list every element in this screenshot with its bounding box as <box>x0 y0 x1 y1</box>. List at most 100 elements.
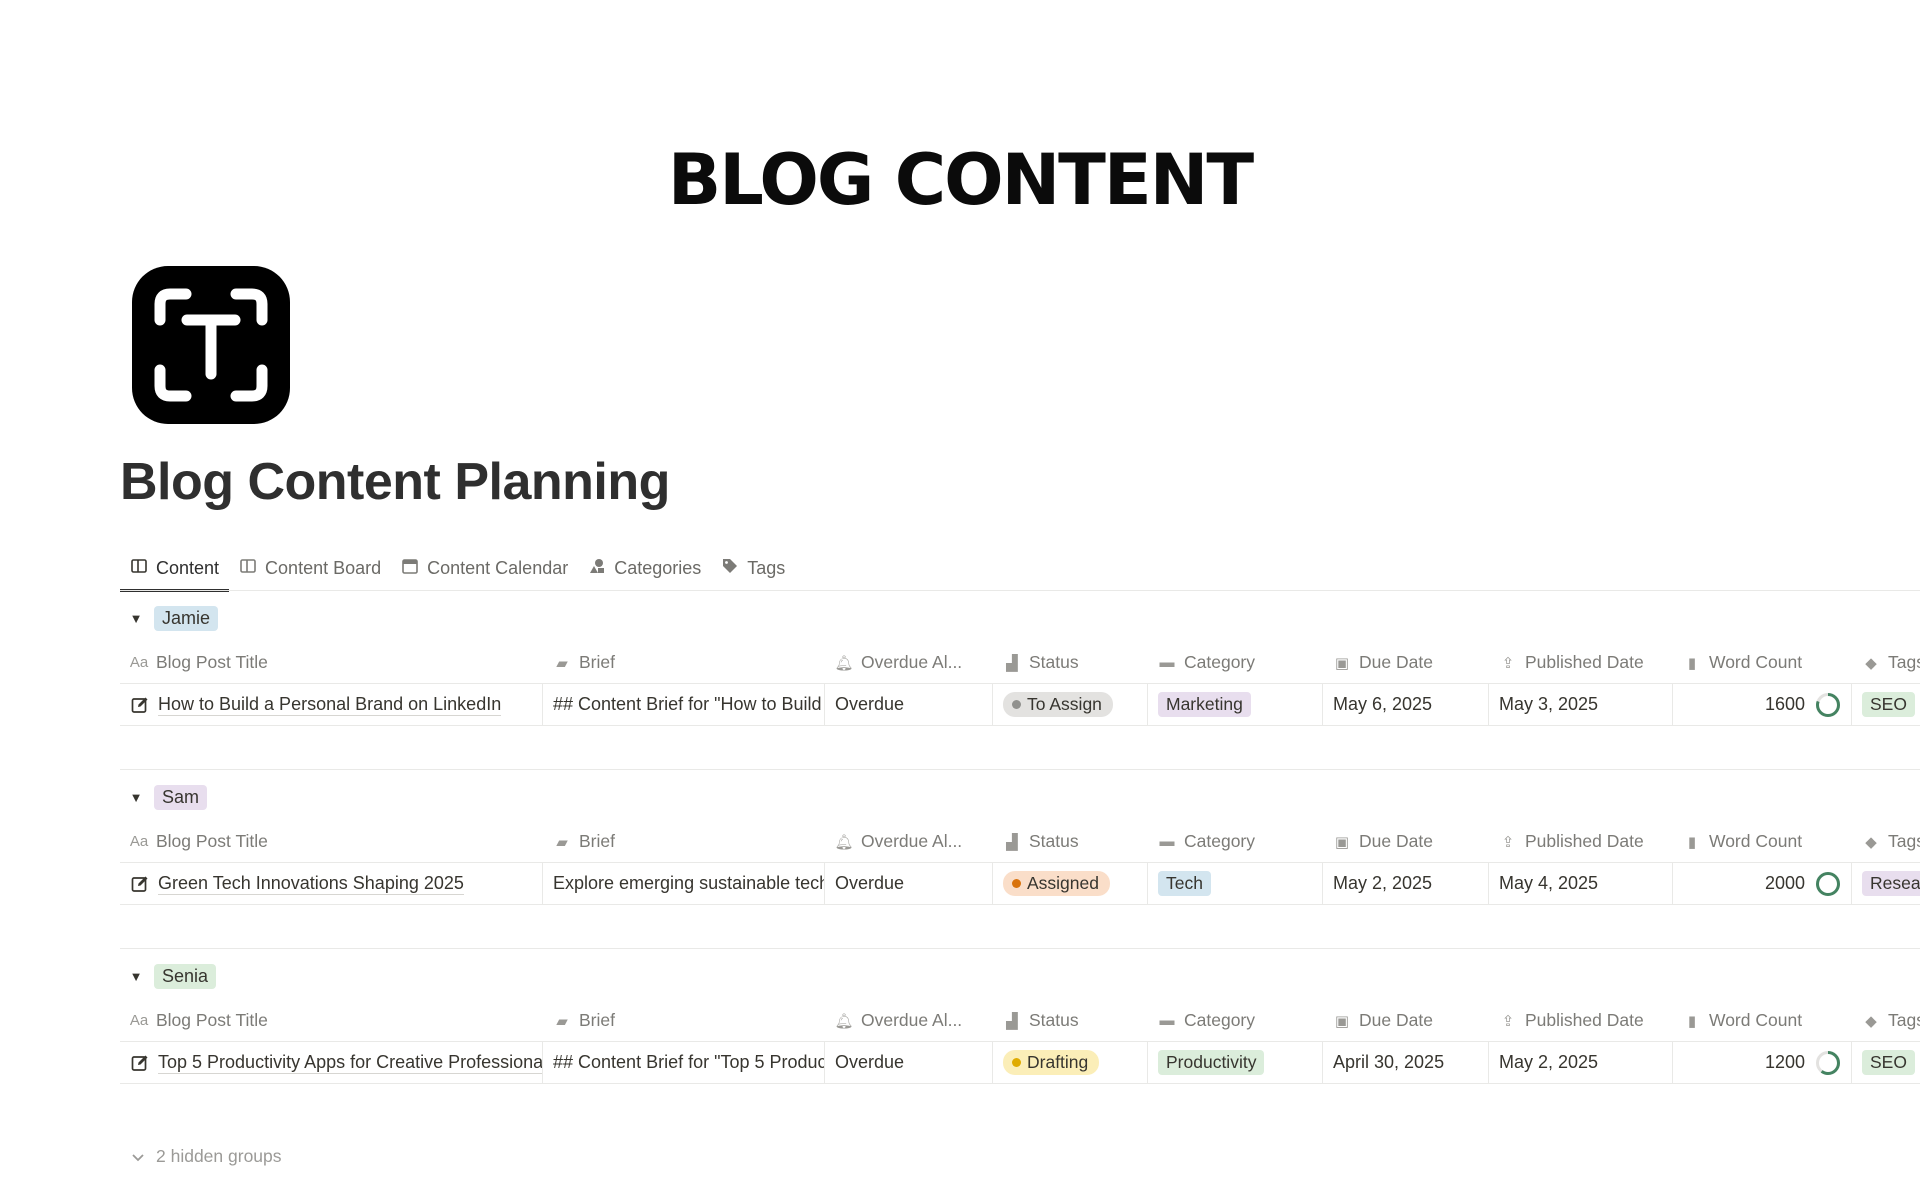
group-label: Jamie <box>154 605 219 631</box>
column-brief[interactable]: ▰ Brief <box>543 642 825 684</box>
column-published-date[interactable]: ⇪ Published Date <box>1489 1000 1673 1042</box>
status-icon: ▟ <box>1006 833 1018 851</box>
column-status[interactable]: ▟ Status <box>993 821 1148 863</box>
column-tags[interactable]: ◆Tags <box>1852 642 1920 684</box>
tab-categories[interactable]: Categories <box>578 546 711 590</box>
tags-cell[interactable]: Research <box>1852 863 1920 905</box>
tab-content-board[interactable]: Content Board <box>229 546 391 590</box>
category-cell[interactable]: Marketing <box>1148 683 1323 726</box>
text-type-icon: Aa <box>129 1012 149 1029</box>
brief-cell[interactable]: Explore emerging sustainable technologie… <box>543 862 825 905</box>
tabs-divider <box>120 590 1920 591</box>
shapes-icon <box>588 557 606 580</box>
table-row[interactable]: Top 5 Productivity Apps for Creative Pro… <box>120 1041 1920 1084</box>
published-date-cell[interactable]: May 3, 2025 <box>1489 683 1673 726</box>
status-cell[interactable]: To Assign <box>993 683 1148 726</box>
column-brief[interactable]: ▰ Brief <box>543 821 825 863</box>
column-tags[interactable]: ◆Tags <box>1852 821 1920 863</box>
hidden-groups-toggle[interactable]: 2 hidden groups <box>130 1146 282 1167</box>
column-brief[interactable]: ▰ Brief <box>543 1000 825 1042</box>
post-title: Top 5 Productivity Apps for Creative Pro… <box>158 1051 542 1074</box>
hidden-groups-label: 2 hidden groups <box>156 1146 282 1166</box>
column-word-count[interactable]: ▮ Word Count <box>1673 1000 1852 1042</box>
category-cell[interactable]: Tech <box>1148 862 1323 905</box>
column-published-date[interactable]: ⇪ Published Date <box>1489 642 1673 684</box>
column-overdue[interactable]: 🔔︎ Overdue Al... <box>825 821 993 863</box>
table-row[interactable]: Green Tech Innovations Shaping 2025 Expl… <box>120 862 1920 905</box>
status-dot <box>1012 879 1021 888</box>
word-count-cell[interactable]: 2000 <box>1673 862 1852 905</box>
brief-cell[interactable]: ## Content Brief for "How to Build a Per… <box>543 683 825 726</box>
tag-badge: SEO <box>1862 1050 1915 1075</box>
column-status[interactable]: ▟ Status <box>993 642 1148 684</box>
tab-tags[interactable]: Tags <box>711 546 795 590</box>
column-title[interactable]: Aa Blog Post Title <box>120 1000 543 1042</box>
status-badge: Assigned <box>1003 871 1110 896</box>
group-label: Senia <box>154 963 217 989</box>
brief-cell[interactable]: ## Content Brief for "Top 5 Productivity… <box>543 1041 825 1084</box>
collapse-toggle-icon[interactable]: ▼ <box>126 608 146 628</box>
column-overdue[interactable]: 🔔︎ Overdue Al... <box>825 1000 993 1042</box>
column-word-count[interactable]: ▮ Word Count <box>1673 642 1852 684</box>
published-date-cell[interactable]: May 2, 2025 <box>1489 1041 1673 1084</box>
tab-content-calendar[interactable]: Content Calendar <box>391 546 578 590</box>
column-due-date[interactable]: ▣ Due Date <box>1323 821 1489 863</box>
title-cell[interactable]: Top 5 Productivity Apps for Creative Pro… <box>120 1041 543 1084</box>
progress-ring-icon <box>1816 692 1840 717</box>
title-cell[interactable]: How to Build a Personal Brand on LinkedI… <box>120 683 543 726</box>
title-cell[interactable]: Green Tech Innovations Shaping 2025 <box>120 862 543 905</box>
word-count-cell[interactable]: 1200 <box>1673 1041 1852 1084</box>
table-icon <box>130 557 148 580</box>
group-divider <box>120 948 1920 949</box>
status-badge: Drafting <box>1003 1050 1100 1075</box>
tags-cell[interactable]: SEO <box>1852 1042 1920 1084</box>
published-date-cell[interactable]: May 4, 2025 <box>1489 862 1673 905</box>
tab-label: Content <box>156 557 220 578</box>
status-cell[interactable]: Drafting <box>993 1041 1148 1084</box>
category-badge: Marketing <box>1158 692 1251 717</box>
tags-cell[interactable]: SEO <box>1852 684 1920 726</box>
progress-ring-icon <box>1816 871 1840 896</box>
column-due-date[interactable]: ▣ Due Date <box>1323 1000 1489 1042</box>
text-type-icon: Aa <box>129 654 149 671</box>
collapse-toggle-icon[interactable]: ▼ <box>126 787 146 807</box>
page-icon[interactable] <box>132 266 290 424</box>
table-row[interactable]: How to Build a Personal Brand on LinkedI… <box>120 683 1920 726</box>
status-icon: ▟ <box>1006 654 1018 672</box>
column-title[interactable]: Aa Blog Post Title <box>120 642 543 684</box>
column-category[interactable]: ▬ Category <box>1148 821 1323 863</box>
edit-page-icon <box>131 697 148 713</box>
column-title[interactable]: Aa Blog Post Title <box>120 821 543 863</box>
group-senia: ▼ Senia Aa Blog Post Title ▰ Brief 🔔︎ Overd… <box>120 958 1920 1084</box>
collapse-toggle-icon[interactable]: ▼ <box>126 966 146 986</box>
calendar-icon: ▣ <box>1334 833 1350 851</box>
column-tags[interactable]: ◆Tags <box>1852 1000 1920 1042</box>
status-dot <box>1012 1058 1021 1067</box>
status-cell[interactable]: Assigned <box>993 862 1148 905</box>
tag-badge: SEO <box>1862 692 1915 717</box>
folder-icon: ▬ <box>1159 833 1175 850</box>
group-label: Sam <box>154 784 208 810</box>
ruler-icon: ▮ <box>1687 654 1697 672</box>
group-jamie: ▼ Jamie Aa Blog Post Title ▰ Brief 🔔︎ Overd… <box>120 600 1920 726</box>
tab-label: Content Board <box>265 557 382 578</box>
column-category[interactable]: ▬ Category <box>1148 1000 1323 1042</box>
column-word-count[interactable]: ▮ Word Count <box>1673 821 1852 863</box>
column-category[interactable]: ▬ Category <box>1148 642 1323 684</box>
column-overdue[interactable]: 🔔︎ Overdue Al... <box>825 642 993 684</box>
tab-label: Categories <box>614 557 702 578</box>
edit-page-icon <box>131 1055 148 1071</box>
ruler-icon: ▮ <box>1687 833 1697 851</box>
tab-content[interactable]: Content <box>120 546 230 592</box>
due-date-cell[interactable]: May 2, 2025 <box>1323 862 1489 905</box>
column-headers: Aa Blog Post Title ▰ Brief 🔔︎ Overdue Al...… <box>120 1000 1920 1042</box>
column-status[interactable]: ▟ Status <box>993 1000 1148 1042</box>
due-date-cell[interactable]: April 30, 2025 <box>1323 1041 1489 1084</box>
due-date-cell[interactable]: May 6, 2025 <box>1323 683 1489 726</box>
category-cell[interactable]: Productivity <box>1148 1041 1323 1084</box>
tag-icon: ◆ <box>1865 1012 1877 1030</box>
column-published-date[interactable]: ⇪ Published Date <box>1489 821 1673 863</box>
column-due-date[interactable]: ▣ Due Date <box>1323 642 1489 684</box>
word-count-cell[interactable]: 1600 <box>1673 683 1852 726</box>
chevron-down-icon <box>132 1153 144 1161</box>
